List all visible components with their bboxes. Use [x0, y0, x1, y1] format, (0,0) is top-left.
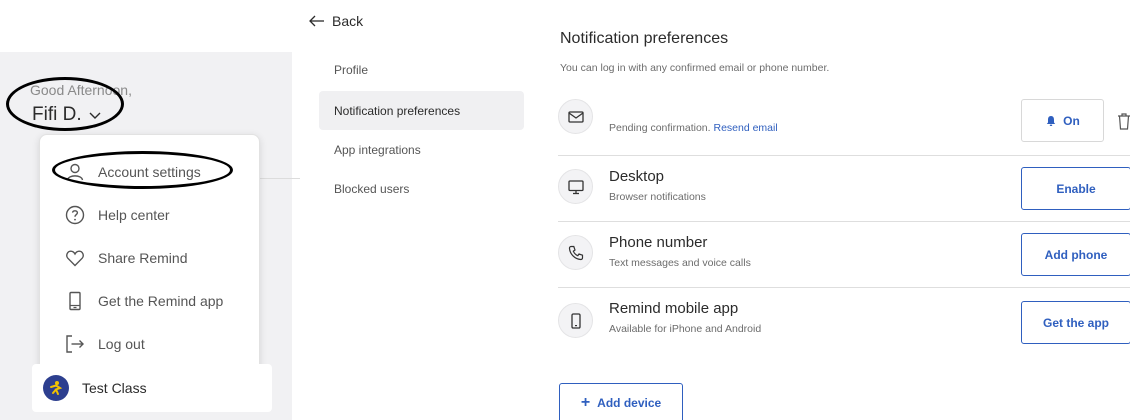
menu-item-label: Log out [98, 336, 145, 352]
greeting-text: Good Afternoon, [30, 82, 132, 98]
enable-desktop-button[interactable]: Enable [1021, 167, 1130, 210]
device-row-phone: Phone number Text messages and voice cal… [558, 222, 1130, 288]
back-label: Back [332, 13, 364, 29]
class-name: Test Class [82, 380, 147, 396]
phone-subtitle: Text messages and voice calls [609, 257, 751, 269]
device-row-desktop: Desktop Browser notifications Enable [558, 156, 1130, 222]
page-title: Notification preferences [560, 30, 729, 47]
mobile-app-subtitle: Available for iPhone and Android [609, 323, 762, 335]
divider [258, 178, 300, 179]
arrow-left-icon [309, 15, 324, 27]
logout-icon [64, 333, 86, 355]
heart-icon [64, 247, 86, 269]
email-on-button[interactable]: On [1021, 99, 1104, 142]
class-card[interactable]: Test Class [32, 364, 272, 412]
desktop-title: Desktop [609, 168, 665, 185]
device-row-mobile-app: Remind mobile app Available for iPhone a… [558, 288, 1130, 354]
page-subtitle: You can log in with any confirmed email … [560, 62, 830, 74]
phone-title: Phone number [609, 234, 708, 251]
mail-icon [558, 99, 593, 134]
mobile-icon [558, 303, 593, 338]
menu-item-share-remind[interactable]: Share Remind [64, 243, 188, 273]
user-dropdown-menu: Account settings Help center Share Remin… [39, 134, 260, 379]
user-column: Good Afternoon, Fifi D. Account settings… [0, 0, 300, 420]
desktop-subtitle: Browser notifications [609, 191, 706, 203]
resend-email-link[interactable]: Resend email [713, 122, 777, 134]
phone-call-icon [558, 235, 593, 270]
person-icon [64, 161, 86, 183]
email-status-text: Pending confirmation. [609, 122, 711, 134]
nav-item-notification-preferences[interactable]: Notification preferences [319, 91, 524, 130]
chevron-down-icon [89, 112, 101, 119]
desktop-icon [558, 169, 593, 204]
class-avatar-icon [43, 375, 69, 401]
add-device-label: Add device [597, 396, 662, 410]
mobile-app-title: Remind mobile app [609, 300, 739, 317]
plus-icon: + [580, 394, 591, 411]
menu-item-log-out[interactable]: Log out [64, 329, 145, 359]
get-app-button[interactable]: Get the app [1021, 301, 1130, 344]
user-name: Fifi D. [32, 104, 82, 125]
user-name-toggle[interactable]: Fifi D. [32, 104, 102, 126]
menu-item-get-app[interactable]: Get the Remind app [64, 286, 223, 316]
email-on-label: On [1063, 113, 1080, 128]
trash-icon[interactable] [1117, 112, 1130, 130]
add-phone-button[interactable]: Add phone [1021, 233, 1130, 276]
nav-item-app-integrations[interactable]: App integrations [319, 130, 524, 169]
phone-icon [64, 290, 86, 312]
question-circle-icon [64, 204, 86, 226]
add-device-button[interactable]: + Add device [559, 383, 683, 420]
back-link[interactable]: Back [308, 12, 363, 30]
menu-item-label: Get the Remind app [98, 293, 224, 309]
menu-item-account-settings[interactable]: Account settings [64, 157, 201, 187]
menu-item-help-center[interactable]: Help center [64, 200, 170, 230]
device-row-email: Pending confirmation. Resend email On [558, 90, 1130, 156]
menu-item-label: Account settings [98, 164, 201, 180]
menu-item-label: Share Remind [98, 250, 188, 266]
nav-item-profile[interactable]: Profile [319, 50, 524, 89]
bell-icon [1046, 115, 1056, 126]
nav-item-blocked-users[interactable]: Blocked users [319, 169, 524, 208]
menu-item-label: Help center [98, 207, 170, 223]
email-status: Pending confirmation. Resend email [609, 122, 778, 134]
